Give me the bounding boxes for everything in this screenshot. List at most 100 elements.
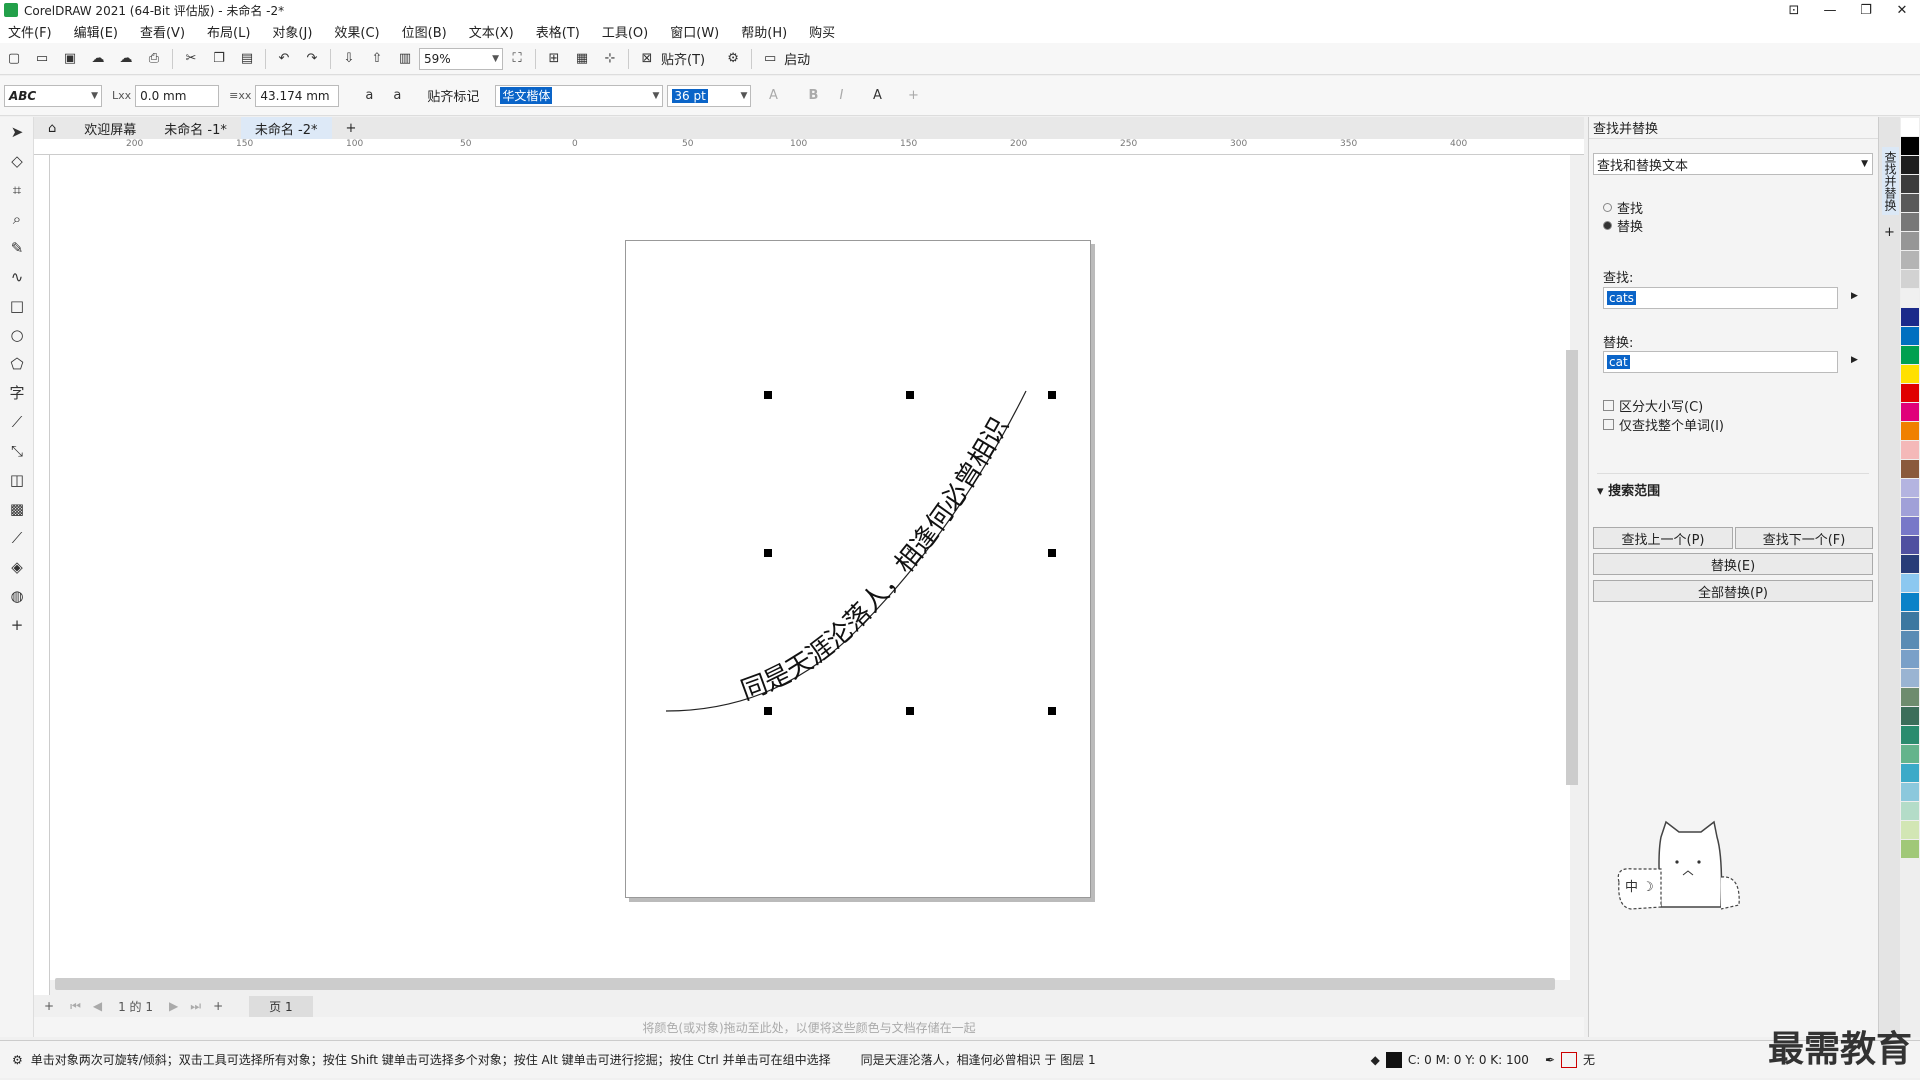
text-properties-icon[interactable]: A — [867, 86, 887, 106]
full-screen-icon[interactable]: ⛶ — [507, 49, 527, 69]
palette-swatch[interactable] — [1901, 194, 1919, 212]
mirror-vertical-icon[interactable]: a — [387, 86, 407, 106]
search-scope-toggle[interactable]: ▾ 搜索范围 — [1597, 473, 1869, 499]
replace-input[interactable]: cat — [1603, 351, 1838, 373]
palette-swatch[interactable] — [1901, 498, 1919, 516]
options-gear-icon[interactable]: ⚙ — [723, 49, 743, 69]
path-text-art[interactable]: 同是天涯沦落人，相逢何必曾相识 — [626, 241, 1092, 899]
open-icon[interactable]: ▭ — [32, 49, 52, 69]
mirror-horizontal-icon[interactable]: a — [359, 86, 379, 106]
add-tool-icon[interactable]: + — [0, 610, 34, 639]
ellipse-tool-icon[interactable]: ○ — [0, 320, 34, 349]
palette-swatch[interactable] — [1901, 745, 1919, 763]
menu-bitmaps[interactable]: 位图(B) — [402, 22, 447, 41]
add-page-end-icon[interactable]: + — [213, 999, 223, 1013]
drop-shadow-icon[interactable]: ◫ — [0, 465, 34, 494]
palette-swatch[interactable] — [1901, 555, 1919, 573]
menu-text[interactable]: 文本(X) — [469, 22, 514, 41]
tab-welcome[interactable]: 欢迎屏幕 — [70, 117, 150, 139]
connector-tool-icon[interactable]: ⤡ — [0, 436, 34, 465]
find-prev-button[interactable]: 查找上一个(P) — [1593, 527, 1733, 549]
snap-off-icon[interactable]: ⊠ — [637, 49, 657, 69]
palette-swatch[interactable] — [1901, 688, 1919, 706]
palette-swatch[interactable] — [1901, 175, 1919, 193]
minimize-button[interactable]: — — [1812, 0, 1848, 20]
palette-swatch[interactable] — [1901, 270, 1919, 288]
palette-swatch[interactable] — [1901, 441, 1919, 459]
drawing-canvas[interactable]: 同是天涯沦落人，相逢何必曾相识 × — [50, 155, 1570, 980]
freehand-tool-icon[interactable]: ✎ — [0, 233, 34, 262]
palette-swatch[interactable] — [1901, 308, 1919, 326]
menu-help[interactable]: 帮助(H) — [741, 22, 787, 41]
palette-swatch[interactable] — [1901, 384, 1919, 402]
cut-icon[interactable]: ✂ — [181, 49, 201, 69]
export-icon[interactable]: ⇧ — [367, 49, 387, 69]
snap-dropdown[interactable]: 贴齐(T) — [661, 49, 705, 68]
palette-swatch[interactable] — [1901, 612, 1919, 630]
find-radio[interactable]: 查找 — [1603, 198, 1643, 217]
x-offset-input[interactable]: 0.0 mm — [135, 84, 220, 107]
menu-window[interactable]: 窗口(W) — [670, 22, 719, 41]
undo-icon[interactable]: ↶ — [274, 49, 294, 69]
pick-tool-icon[interactable]: ➤ — [0, 117, 34, 146]
tab-doc-2[interactable]: 未命名 -2* — [240, 117, 332, 139]
palette-swatch[interactable] — [1901, 726, 1919, 744]
menu-tools[interactable]: 工具(O) — [602, 22, 648, 41]
shape-tool-icon[interactable]: ◇ — [0, 146, 34, 175]
side-tab-find-replace[interactable]: 查找并替换 — [1882, 147, 1899, 215]
add-icon[interactable]: + — [903, 86, 923, 106]
snap-mark-dropdown[interactable]: 贴齐标记 — [427, 86, 479, 105]
handle-bl[interactable] — [764, 707, 772, 715]
replace-button[interactable]: 替换(E) — [1593, 553, 1873, 575]
replace-all-button[interactable]: 全部替换(P) — [1593, 580, 1873, 602]
palette-swatch[interactable] — [1901, 764, 1919, 782]
document-page[interactable]: 同是天涯沦落人，相逢何必曾相识 × — [625, 240, 1091, 898]
handle-bc[interactable] — [906, 707, 914, 715]
whole-word-checkbox[interactable]: 仅查找整个单词(I) — [1603, 415, 1724, 434]
add-tab-icon[interactable]: + — [332, 117, 371, 139]
replace-radio[interactable]: 替换 — [1603, 216, 1643, 235]
path-text[interactable]: 同是天涯沦落人，相逢何必曾相识 — [737, 413, 1015, 707]
vertical-scrollbar[interactable] — [1566, 350, 1578, 785]
tab-doc-1[interactable]: 未命名 -1* — [150, 117, 241, 139]
paste-icon[interactable]: ▤ — [237, 49, 257, 69]
bold-icon[interactable]: B — [803, 86, 823, 106]
palette-swatch[interactable] — [1901, 118, 1919, 136]
next-page-icon[interactable]: ▶ — [169, 999, 178, 1013]
save-icon[interactable]: ▣ — [60, 49, 80, 69]
crop-tool-icon[interactable]: ⌗ — [0, 175, 34, 204]
cloud-upload-icon[interactable]: ☁ — [116, 49, 136, 69]
guides-icon[interactable]: ⊹ — [600, 49, 620, 69]
palette-swatch[interactable] — [1901, 346, 1919, 364]
launch-icon[interactable]: ▭ — [760, 49, 780, 69]
add-page-icon[interactable]: + — [44, 999, 54, 1013]
palette-swatch[interactable] — [1901, 821, 1919, 839]
first-page-icon[interactable]: ⏮ — [70, 999, 81, 1014]
palette-swatch[interactable] — [1901, 650, 1919, 668]
palette-swatch[interactable] — [1901, 460, 1919, 478]
transparency-tool-icon[interactable]: ▩ — [0, 494, 34, 523]
redo-icon[interactable]: ↷ — [302, 49, 322, 69]
palette-swatch[interactable] — [1901, 232, 1919, 250]
rectangle-tool-icon[interactable]: □ — [0, 291, 34, 320]
last-page-icon[interactable]: ⏭ — [190, 999, 201, 1014]
menu-file[interactable]: 文件(F) — [8, 22, 52, 41]
pdf-icon[interactable]: ▥ — [395, 49, 415, 69]
font-list-icon[interactable]: A — [763, 86, 783, 106]
handle-tr[interactable] — [1048, 391, 1056, 399]
font-select[interactable]: 华文楷体 ▼ — [495, 84, 664, 107]
pin-icon[interactable]: ⊡ — [1776, 0, 1812, 20]
fill-swatch[interactable] — [1385, 1051, 1402, 1068]
font-size-select[interactable]: 36 pt ▼ — [667, 84, 752, 107]
palette-swatch[interactable] — [1901, 669, 1919, 687]
cloud-download-icon[interactable]: ☁ — [88, 49, 108, 69]
palette-swatch[interactable] — [1901, 365, 1919, 383]
menu-layout[interactable]: 布局(L) — [207, 22, 250, 41]
handle-tl[interactable] — [764, 391, 772, 399]
page-tab[interactable]: 页 1 — [249, 995, 313, 1017]
palette-swatch[interactable] — [1901, 840, 1919, 858]
polygon-tool-icon[interactable]: ⬠ — [0, 349, 34, 378]
add-docker-icon[interactable]: + — [1879, 225, 1900, 240]
settings-gear-icon[interactable]: ⚙ — [12, 1053, 23, 1067]
artistic-media-icon[interactable]: ∿ — [0, 262, 34, 291]
